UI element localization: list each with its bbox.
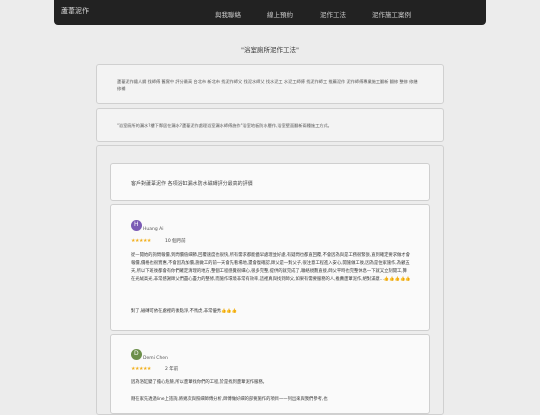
star-rating-icon: ★★★★★	[131, 238, 151, 244]
review-card: H Huang Ai ★★★★★ 10 個月前 從一開始的詢問報價,到問價值細節…	[110, 204, 430, 331]
quote-panel: "浴室廁所的漏水?樓下鄰居在漏水?蘆葦泥作處理浴室漏水師傅施作"浴室地板防水層作…	[96, 108, 444, 142]
reviews-header-card: 客戶對蘆葦泥作 各項浴缸漏水防水磁磚評分最高的評價	[110, 163, 430, 201]
review-card: D Demi Chen ★★★★★ 2 年前 因為浴缸變了擔心危險,所以蘆葦找你…	[110, 334, 430, 414]
star-rating-icon: ★★★★★	[131, 366, 151, 372]
nav-link-contact[interactable]: 與我聯絡	[215, 9, 241, 19]
review-date: 10 個月前	[165, 239, 186, 244]
review-text: 因為浴缸變了擔心危險,所以蘆葦找你們的工程,於是找到蘆葦泥作服務。	[131, 380, 267, 385]
keywords-text: 蘆葦泥作鐵人鋼 找師傅 舊實中 評分最高 台北市 新北市 找泥作師父 找泥水師父…	[117, 79, 418, 91]
page-title: "浴室廁所泥作工法"	[241, 46, 299, 54]
review-text-followup: 對了,磁磚可依在處裡的後點淨,不馬虎,非常優秀👍👍👍	[131, 309, 238, 314]
review-date: 2 年前	[165, 367, 179, 372]
avatar: H	[131, 220, 142, 231]
nav-link-methods[interactable]: 泥作工法	[320, 9, 346, 19]
nav-link-booking[interactable]: 線上預約	[267, 9, 293, 19]
quote-text: "浴室廁所的漏水?樓下鄰居在漏水?蘆葦泥作處理浴室漏水師傅施作"浴室地板防水層作…	[117, 123, 332, 128]
avatar: D	[131, 349, 142, 360]
reviews-header: 客戶對蘆葦泥作 各項浴缸漏水防水磁磚評分最高的評價	[131, 181, 253, 187]
review-text: 從一開始的詢問報價,到問價值細節,回覆速度也很快,所有需求都能儘早處理並好處,有…	[131, 253, 411, 282]
keywords-panel: 蘆葦泥作鐵人鋼 找師傅 舊實中 評分最高 台北市 新北市 找泥作師父 找泥水師父…	[96, 64, 444, 104]
brand-logo[interactable]: 蘆葦泥作	[61, 6, 89, 16]
review-author: Huang Ai	[143, 227, 164, 232]
review-author: Demi Chen	[143, 356, 168, 361]
review-text-followup: 剛在家先透過line上諮詢,將幾次與照細師傅分析,師傅做好細的部要施作的項目一一…	[131, 397, 328, 402]
top-navbar: 蘆葦泥作 與我聯絡 線上預約 泥作工法 泥作施工案例	[54, 0, 486, 25]
nav-link-cases[interactable]: 泥作施工案例	[372, 9, 411, 19]
